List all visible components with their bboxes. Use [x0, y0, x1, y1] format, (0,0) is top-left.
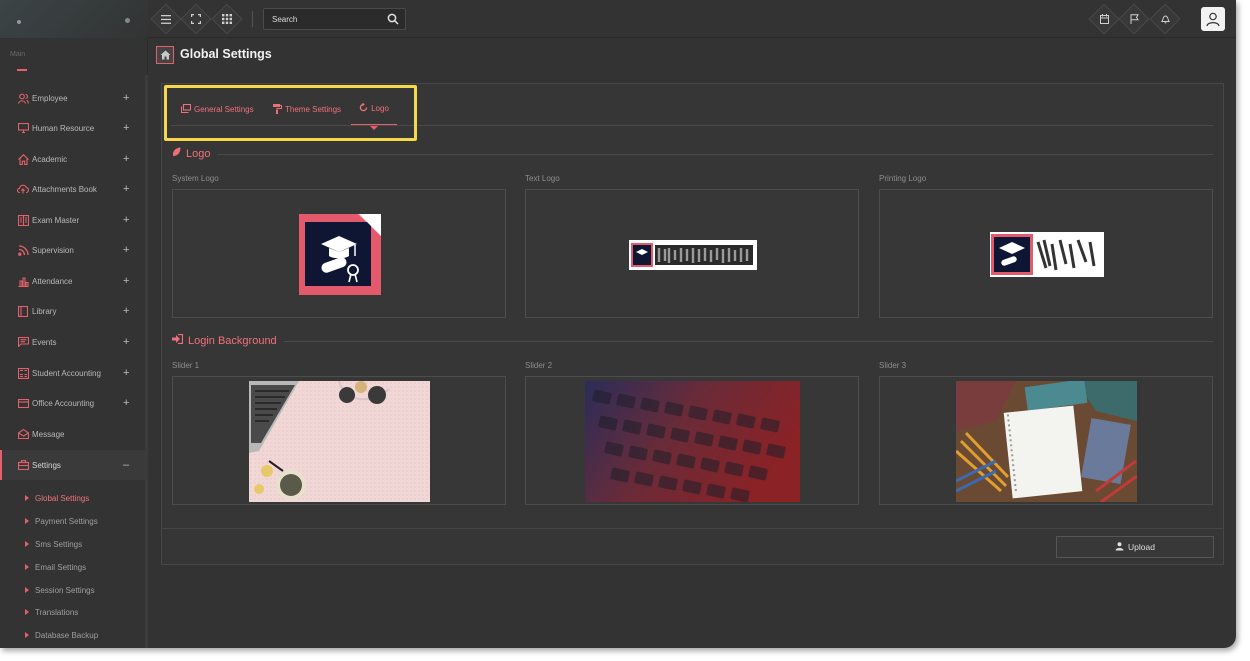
sidebar-item-attachments-book[interactable]: Attachments Book + — [0, 175, 145, 203]
bell-icon[interactable] — [1155, 9, 1175, 29]
printing-logo-image — [990, 232, 1104, 277]
sidebar-subitem-database-backup[interactable]: Database Backup — [25, 628, 98, 642]
home-icon — [17, 153, 29, 165]
slider-3-label: Slider 3 — [879, 361, 907, 370]
sidebar-item-message[interactable]: Message — [0, 420, 145, 448]
text-logo-image — [629, 240, 757, 270]
sidebar-subitem-sms-settings[interactable]: Sms Settings — [25, 537, 82, 551]
sidebar-item-events[interactable]: Events + — [0, 328, 145, 356]
cloud-upload-icon — [17, 183, 29, 195]
menu-toggle-icon[interactable] — [156, 9, 176, 29]
briefcase-icon — [17, 459, 29, 471]
search-input[interactable] — [264, 9, 384, 29]
sidebar-item-library[interactable]: Library + — [0, 297, 145, 325]
flag-icon[interactable] — [1124, 9, 1144, 29]
credit-card-icon — [17, 397, 29, 409]
login-background-section-title: Login Background — [172, 333, 277, 347]
envelope-open-icon — [17, 428, 29, 440]
home-icon[interactable] — [156, 46, 174, 64]
avatar[interactable] — [1201, 7, 1225, 31]
leaf-icon — [172, 147, 181, 160]
page-title: Global Settings — [180, 47, 272, 61]
graduation-cap-logo-image — [299, 214, 381, 295]
slider-3-image — [956, 381, 1137, 502]
user-upload-icon — [1115, 541, 1124, 553]
text-logo-label: Text Logo — [525, 174, 560, 183]
sign-in-icon — [172, 333, 184, 347]
printing-logo-label: Printing Logo — [879, 174, 927, 183]
sidebar-scrollbar[interactable] — [145, 75, 148, 648]
slider-2-image — [585, 381, 800, 502]
sidebar-item-academic[interactable]: Academic + — [0, 145, 145, 173]
library-book-icon — [17, 305, 29, 317]
apps-grid-icon[interactable] — [217, 9, 237, 29]
slider-2-box[interactable] — [525, 376, 859, 505]
sidebar-item-supervision[interactable]: Supervision + — [0, 236, 145, 264]
bar-chart-icon — [17, 275, 29, 287]
top-bar — [0, 0, 1236, 38]
sidebar-item-office-accounting[interactable]: Office Accounting + — [0, 389, 145, 417]
sidebar-item-attendance[interactable]: Attendance + — [0, 267, 145, 295]
system-logo-box[interactable] — [172, 189, 506, 318]
logo-section-title: Logo — [172, 147, 210, 160]
fullscreen-icon[interactable] — [186, 9, 206, 29]
book-icon — [17, 214, 29, 226]
tabs-highlight — [164, 85, 417, 141]
slider-1-label: Slider 1 — [172, 361, 200, 370]
printing-logo-box[interactable] — [879, 189, 1213, 318]
search-box — [263, 8, 406, 30]
message-square-icon — [17, 336, 29, 348]
text-logo-box[interactable] — [525, 189, 859, 318]
sidebar-subitem-payment-settings[interactable]: Payment Settings — [25, 514, 98, 528]
upload-button[interactable]: Upload — [1056, 536, 1214, 558]
monitor-icon — [17, 122, 29, 134]
slider-1-box[interactable] — [172, 376, 506, 505]
sidebar-subitem-session-settings[interactable]: Session Settings — [25, 583, 95, 597]
slider-2-label: Slider 2 — [525, 361, 553, 370]
app-window: Main Employee + Human Resource + Academi… — [0, 0, 1236, 648]
sidebar-subitem-global-settings[interactable]: Global Settings — [25, 491, 89, 505]
user-group-icon — [17, 92, 29, 104]
sidebar-subitem-email-settings[interactable]: Email Settings — [25, 560, 86, 574]
system-logo-label: System Logo — [172, 174, 219, 183]
search-icon[interactable] — [387, 13, 399, 25]
sidebar-subitem-translations[interactable]: Translations — [25, 605, 78, 619]
sidebar-item-exam-master[interactable]: Exam Master + — [0, 206, 145, 234]
slider-3-box[interactable] — [879, 376, 1213, 505]
sidebar-item-settings[interactable]: Settings – — [0, 450, 145, 480]
rss-icon — [17, 244, 29, 256]
sidebar: Main Employee + Human Resource + Academi… — [0, 39, 148, 648]
sidebar-item-employee[interactable]: Employee + — [0, 84, 145, 112]
sidebar-item-human-resource[interactable]: Human Resource + — [0, 114, 145, 142]
sidebar-item-student-accounting[interactable]: Student Accounting + — [0, 359, 145, 387]
sidebar-section-label: Main — [10, 51, 26, 58]
brand-logo — [0, 0, 148, 38]
calculator-icon — [17, 367, 29, 379]
slider-1-image — [249, 381, 430, 502]
calendar-icon[interactable] — [1094, 9, 1114, 29]
